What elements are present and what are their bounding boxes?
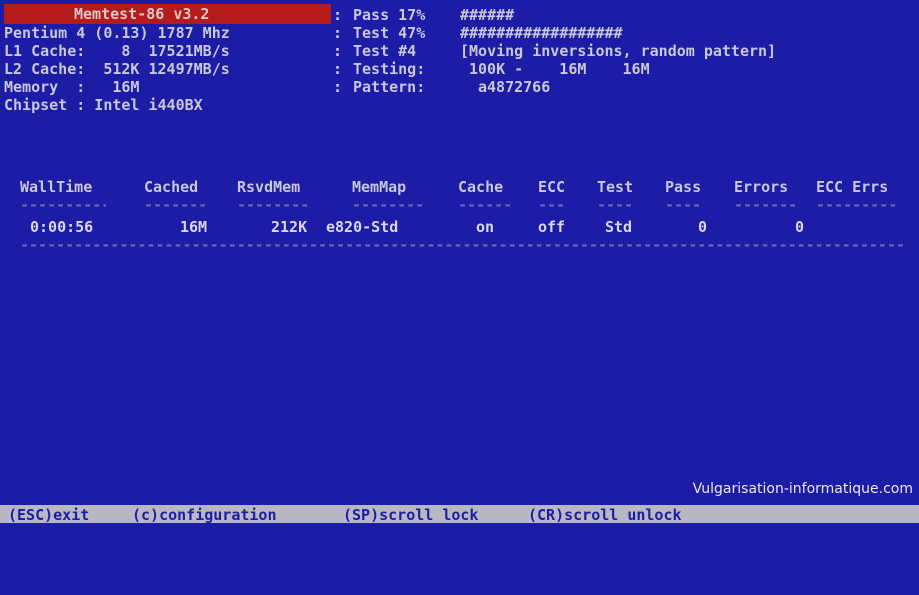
memory-info: Memory : 16M bbox=[4, 78, 140, 96]
col-cache: Cache bbox=[458, 178, 504, 196]
col-cached: Cached bbox=[144, 178, 199, 196]
cell-cache: on bbox=[476, 218, 495, 236]
test-progress-label: Test 47% bbox=[353, 24, 426, 42]
header-underline: ---- bbox=[597, 196, 634, 214]
test-progress-bar: ################## bbox=[460, 24, 623, 42]
row-divider: ----------------------------------------… bbox=[20, 236, 906, 254]
pass-progress-bar: ###### bbox=[460, 6, 515, 24]
title-bar: Memtest-86 v3.2 bbox=[4, 4, 331, 24]
pattern-value: a4872766 bbox=[478, 78, 551, 96]
esc-exit-command[interactable]: (ESC)exit bbox=[8, 506, 89, 524]
header-underline: -------- bbox=[352, 196, 424, 214]
l2-cache-info: L2 Cache: 512K 12497MB/s bbox=[4, 60, 230, 78]
header-underline: ------ bbox=[458, 196, 510, 214]
header-underline: ------- bbox=[734, 196, 796, 214]
col-rsvdmem: RsvdMem bbox=[237, 178, 301, 196]
l1-cache-info: L1 Cache: 8 17521MB/s bbox=[4, 42, 230, 60]
col-test: Test bbox=[597, 178, 634, 196]
test-description: [Moving inversions, random pattern] bbox=[460, 42, 777, 60]
header-underline: --- bbox=[538, 196, 566, 214]
header-underline: -------- bbox=[237, 196, 309, 214]
cell-errors: 0 bbox=[795, 218, 805, 236]
col-memmap: MemMap bbox=[352, 178, 407, 196]
header-underline: --------- bbox=[816, 196, 898, 214]
separator: : bbox=[333, 78, 343, 96]
pattern-label: Pattern: bbox=[353, 78, 426, 96]
testing-label: Testing: bbox=[353, 60, 426, 78]
chipset-info: Chipset : Intel i440BX bbox=[4, 96, 203, 114]
command-bar: (ESC)exit (c)configuration (SP)scroll lo… bbox=[0, 505, 919, 524]
cpu-info: Pentium 4 (0.13) 1787 Mhz bbox=[4, 24, 230, 42]
header-underline: ------- bbox=[144, 196, 206, 214]
cell-pass: 0 bbox=[698, 218, 708, 236]
col-ecc-errs: ECC Errs bbox=[816, 178, 889, 196]
test-number: Test #4 bbox=[353, 42, 417, 60]
app-title: Memtest-86 v3.2 bbox=[74, 5, 210, 23]
cell-rsvdmem: 212K bbox=[271, 218, 308, 236]
header-underline: ---- bbox=[665, 196, 702, 214]
cell-memmap: e820-Std bbox=[326, 218, 399, 236]
scroll-lock-command[interactable]: (SP)scroll lock bbox=[343, 506, 478, 524]
pass-progress-label: Pass 17% bbox=[353, 6, 426, 24]
separator: : bbox=[333, 6, 343, 24]
separator: : bbox=[333, 24, 343, 42]
cell-walltime: 0:00:56 bbox=[30, 218, 94, 236]
header-underline: ---------- bbox=[20, 196, 106, 214]
col-errors: Errors bbox=[734, 178, 789, 196]
separator: : bbox=[333, 42, 343, 60]
configuration-command[interactable]: (c)configuration bbox=[132, 506, 277, 524]
testing-range: 100K - 16M 16M bbox=[469, 60, 650, 78]
col-pass: Pass bbox=[665, 178, 702, 196]
col-ecc: ECC bbox=[538, 178, 566, 196]
cell-cached: 16M bbox=[180, 218, 208, 236]
col-walltime: WallTime bbox=[20, 178, 93, 196]
cell-ecc: off bbox=[538, 218, 566, 236]
scroll-unlock-command[interactable]: (CR)scroll unlock bbox=[528, 506, 682, 524]
watermark-text: Vulgarisation-informatique.com bbox=[692, 481, 913, 497]
cell-test: Std bbox=[605, 218, 633, 236]
separator: : bbox=[333, 60, 343, 78]
